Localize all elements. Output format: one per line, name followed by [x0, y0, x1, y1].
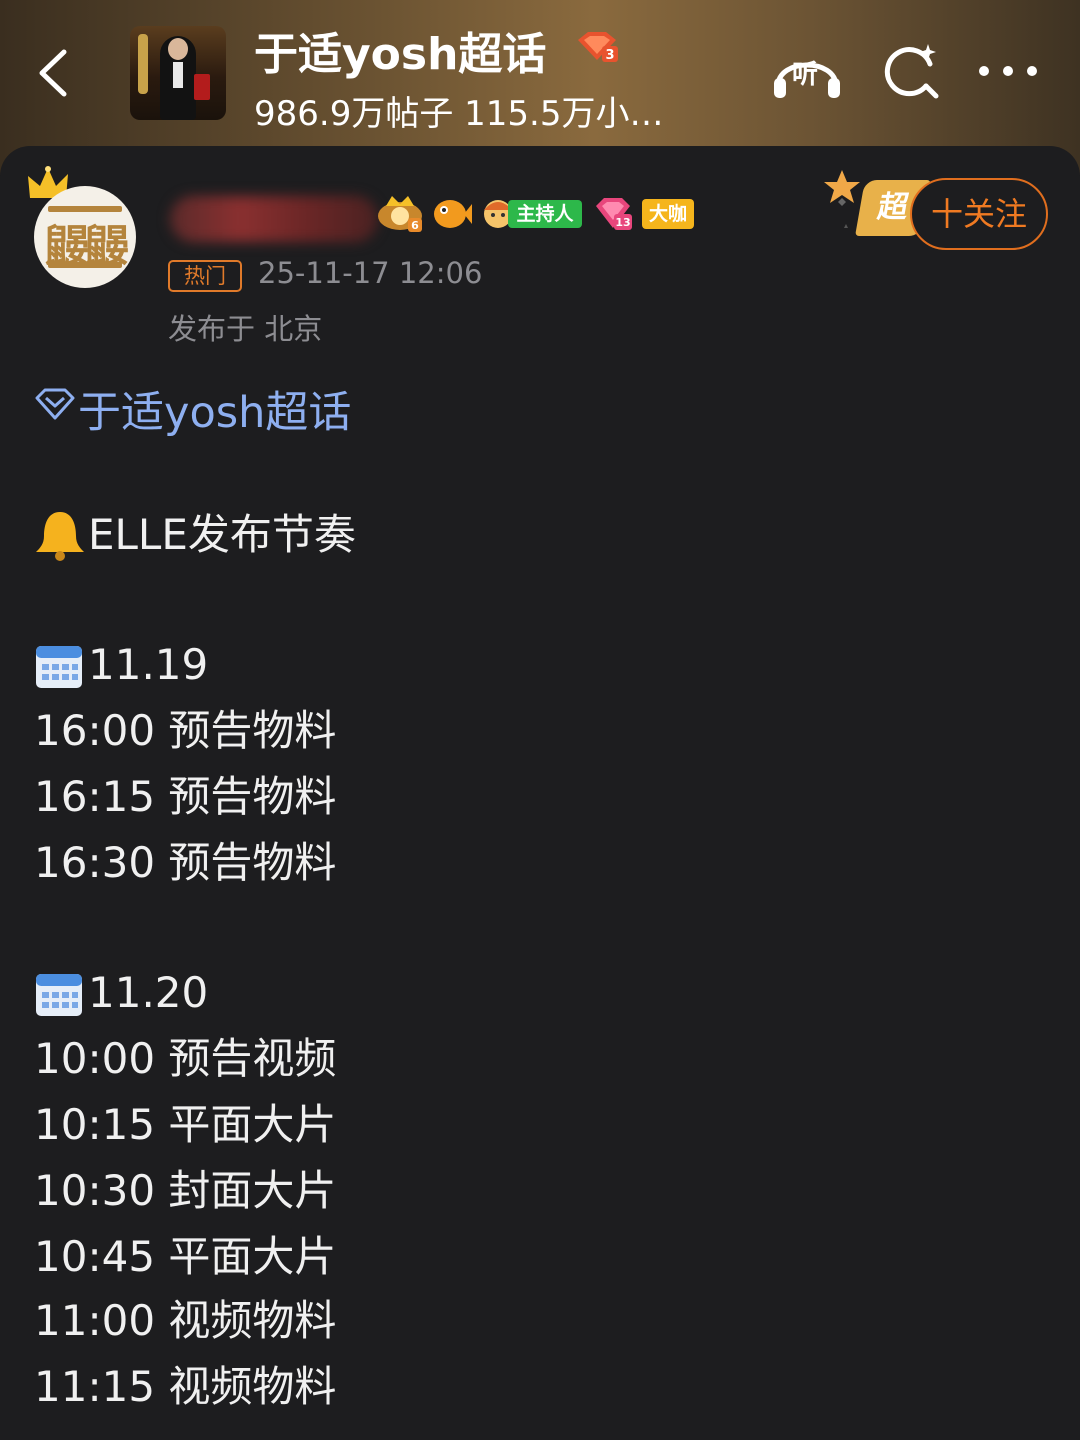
topic-link-label: 于适yosh超话 [78, 388, 352, 438]
post-time: 25-11-17 12:06 [258, 256, 483, 290]
schedule-date: 11.19 [88, 640, 209, 689]
listen-label: 听 [792, 60, 819, 90]
schedule-item: 16:30 预告物料 [34, 838, 337, 887]
schedule-item: 10:15 平面大片 [34, 1100, 337, 1149]
daka-badge: 大咖 [642, 199, 694, 229]
back-button[interactable] [28, 40, 88, 106]
schedule-item: 10:00 预告视频 [34, 1034, 337, 1083]
search-button[interactable] [880, 40, 944, 104]
more-dots-icon [979, 66, 1037, 76]
diamond-level-3-icon: 3 [578, 32, 618, 63]
host-badge: 主持人 [480, 198, 582, 230]
schedule-item: 10:30 封面大片 [34, 1166, 337, 1215]
svg-text:6: 6 [411, 219, 419, 232]
schedule-item: 10:45 平面大片 [34, 1232, 337, 1281]
post-location: 发布于 北京 [168, 312, 323, 346]
topic-stats: 986.9万帖子 115.5万小… [254, 94, 664, 134]
listen-button[interactable]: 听 [770, 40, 844, 104]
level-6-crown-badge-icon: 6 [378, 196, 422, 232]
follow-button[interactable]: 十关注 [910, 178, 1048, 250]
topic-cover-image[interactable] [130, 26, 226, 120]
more-button[interactable] [976, 56, 1040, 86]
schedule-item: 16:15 预告物料 [34, 772, 337, 821]
post-headline: ELLE发布节奏 [88, 510, 356, 559]
search-icon [884, 44, 939, 99]
author-avatar[interactable]: 鼹鼹 [34, 186, 136, 288]
host-badge-label: 主持人 [508, 200, 582, 228]
schedule-item: 16:00 预告物料 [34, 706, 337, 755]
diamond-icon [35, 388, 75, 420]
svg-text:3: 3 [605, 48, 614, 63]
schedule-item: 11:00 视频物料 [34, 1296, 337, 1345]
diamond-level-13-badge-icon: 13 [596, 198, 632, 230]
calendar-icon [36, 646, 82, 688]
schedule-item: 11:15 视频物料 [34, 1362, 337, 1411]
calendar-icon [36, 974, 82, 1016]
chevron-left-icon [39, 49, 67, 97]
fish-badge-icon [434, 200, 472, 228]
author-name-blurred[interactable] [170, 196, 378, 242]
svg-text:13: 13 [615, 216, 630, 229]
topic-title: 于适yosh超话 [254, 29, 547, 80]
bell-icon [36, 512, 84, 561]
schedule-date: 11.20 [88, 968, 209, 1017]
hot-tag: 热门 [168, 260, 242, 292]
